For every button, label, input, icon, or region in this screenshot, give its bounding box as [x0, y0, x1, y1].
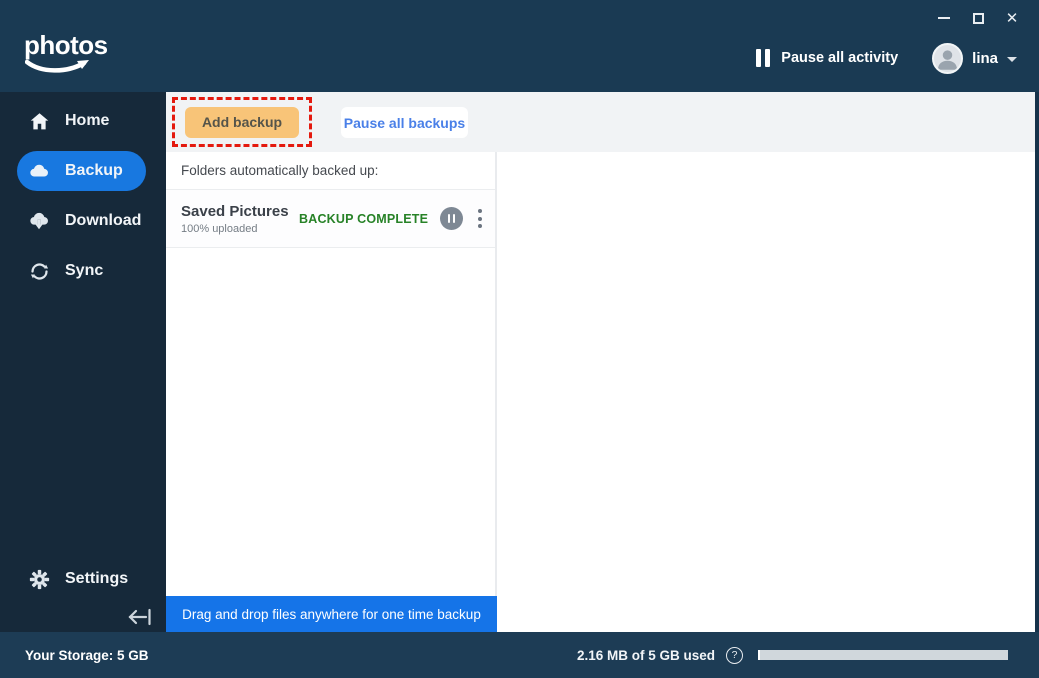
close-icon: ✕	[1005, 9, 1019, 27]
topbar: photos ✕ Pause all activity lina	[0, 0, 1039, 92]
person-icon	[938, 49, 958, 70]
maximize-button[interactable]	[961, 4, 995, 32]
collapse-sidebar-button[interactable]	[126, 604, 154, 630]
usage-group: 2.16 MB of 5 GB used ?	[577, 632, 1008, 678]
pause-all-backups-button[interactable]: Pause all backups	[341, 107, 468, 138]
folder-info: Saved Pictures 100% uploaded	[181, 203, 299, 235]
statusbar: Your Storage: 5 GB 2.16 MB of 5 GB used …	[0, 632, 1039, 678]
backup-status-badge: BACKUP COMPLETE	[299, 211, 429, 226]
sidebar: Home Backup Download Sync Settings	[0, 92, 166, 632]
storage-label: Your Storage: 5 GB	[25, 647, 149, 663]
pause-folder-button[interactable]	[440, 207, 464, 230]
help-icon[interactable]: ?	[726, 646, 743, 664]
avatar	[932, 42, 964, 74]
collapse-sidebar-icon	[128, 608, 151, 626]
main-content: Add backup Pause all backups Folders aut…	[166, 92, 1035, 632]
maximize-icon	[972, 12, 984, 24]
username-label: lina	[972, 49, 998, 67]
storage-progress-fill	[758, 650, 760, 660]
close-button[interactable]: ✕	[995, 4, 1029, 32]
sidebar-item-download[interactable]: Download	[0, 196, 166, 246]
cloud-download-icon	[28, 210, 50, 232]
cloud-icon	[28, 160, 50, 182]
add-backup-button[interactable]: Add backup	[185, 106, 299, 138]
pause-all-activity-button[interactable]: Pause all activity	[756, 49, 898, 67]
panel-header: Folders automatically backed up:	[166, 152, 495, 190]
annotation-highlight: Add backup	[172, 97, 312, 147]
sidebar-item-label: Sync	[65, 262, 104, 279]
sync-icon	[28, 260, 50, 282]
minimize-icon	[938, 17, 950, 19]
sidebar-item-home[interactable]: Home	[0, 96, 166, 146]
logo-text: photos	[24, 30, 108, 60]
backup-folders-panel: Folders automatically backed up: Saved P…	[166, 152, 497, 596]
minimize-button[interactable]	[927, 4, 961, 32]
sidebar-item-sync[interactable]: Sync	[0, 246, 166, 296]
sidebar-item-label: Home	[65, 112, 110, 129]
storage-progress-bar	[758, 650, 1008, 660]
backup-toolbar: Add backup Pause all backups	[166, 92, 1035, 152]
amazon-photos-window: photos ✕ Pause all activity lina Home Ba…	[0, 0, 1039, 678]
home-icon	[28, 110, 50, 132]
gear-icon	[28, 568, 50, 590]
sidebar-item-label: Settings	[65, 570, 129, 587]
usage-text: 2.16 MB of 5 GB used	[576, 647, 715, 663]
folder-progress: 100% uploaded	[181, 222, 258, 235]
folder-name: Saved Pictures	[181, 202, 289, 220]
topbar-actions: Pause all activity lina	[756, 41, 1017, 75]
amazon-photos-logo: photos	[24, 30, 108, 75]
folder-row[interactable]: Saved Pictures 100% uploaded BACKUP COMP…	[166, 190, 495, 248]
chevron-down-icon	[1007, 56, 1017, 62]
drag-drop-banner[interactable]: Drag and drop files anywhere for one tim…	[166, 596, 497, 632]
user-menu[interactable]: lina	[932, 42, 1017, 74]
pause-all-activity-label: Pause all activity	[781, 50, 899, 66]
sidebar-item-settings[interactable]: Settings	[0, 554, 166, 604]
window-controls: ✕	[927, 4, 1029, 32]
amazon-smile-icon	[25, 59, 89, 73]
sidebar-item-label: Download	[65, 212, 142, 229]
pause-icon	[756, 49, 771, 67]
folder-options-menu-button[interactable]	[471, 206, 489, 232]
sidebar-item-backup[interactable]: Backup	[17, 151, 146, 191]
sidebar-item-label: Backup	[65, 162, 123, 179]
